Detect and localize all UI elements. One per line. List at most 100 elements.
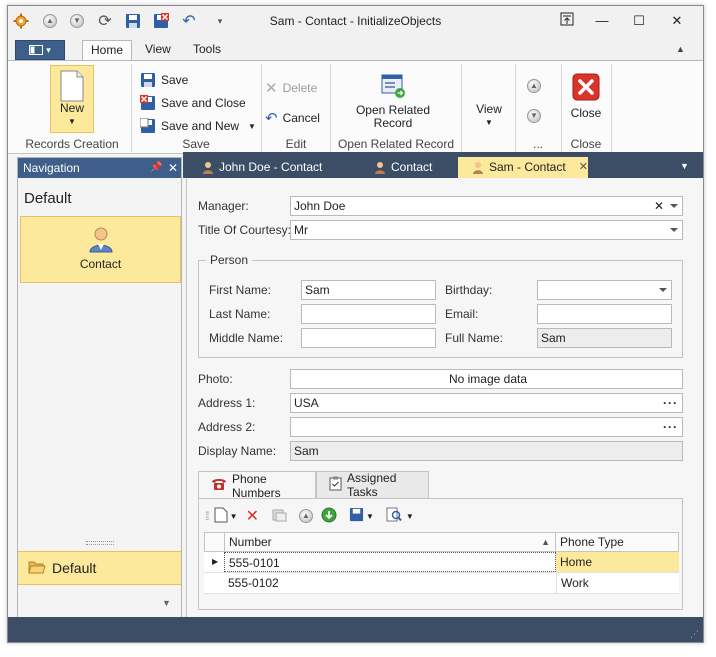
- tab-view[interactable]: View: [137, 40, 179, 60]
- address2-field[interactable]: ···: [290, 417, 683, 437]
- column-header-number-label: Number: [229, 535, 272, 549]
- tab-tools[interactable]: Tools: [185, 40, 229, 60]
- doc-tab-sam-contact[interactable]: Sam - Contact ✕: [458, 157, 588, 178]
- close-window-icon[interactable]: ✕: [668, 12, 686, 30]
- link-icon[interactable]: [271, 507, 287, 526]
- cancel-label: Cancel: [282, 111, 320, 125]
- tab-home[interactable]: Home: [82, 40, 133, 60]
- last-name-field[interactable]: [301, 304, 436, 324]
- email-label: Email:: [445, 307, 479, 321]
- birthday-date-picker[interactable]: [537, 280, 672, 300]
- move-down-icon[interactable]: [321, 507, 337, 526]
- ribbon: New ▼ Records Creation Save Save and Clo…: [8, 60, 703, 154]
- toolbar-overflow-icon[interactable]: ▼: [406, 512, 414, 521]
- view-dropdown-icon: ▼: [485, 118, 493, 127]
- close-icon: [572, 73, 600, 101]
- photo-field[interactable]: No image data: [290, 369, 683, 389]
- pin-window-icon[interactable]: [558, 12, 576, 30]
- column-header-phone-type[interactable]: Phone Type: [555, 532, 679, 552]
- middle-name-field[interactable]: [301, 328, 436, 348]
- previous-object-button[interactable]: ▲: [527, 79, 541, 93]
- cell-phone-type[interactable]: Work: [556, 573, 679, 593]
- sort-ascending-icon: ▲: [541, 537, 550, 547]
- save-and-close-button[interactable]: Save and Close: [140, 93, 246, 113]
- collapse-ribbon-icon[interactable]: ▲: [676, 44, 685, 54]
- save-button[interactable]: Save: [140, 70, 188, 90]
- app-menu-icon: [29, 45, 44, 55]
- new-button[interactable]: New ▼: [50, 65, 94, 133]
- doc-tab-john-doe-contact[interactable]: John Doe - Contact: [188, 157, 338, 178]
- title-of-courtesy-value: Mr: [294, 223, 308, 237]
- tab-assigned-tasks[interactable]: Assigned Tasks: [316, 471, 429, 499]
- new-object-icon[interactable]: [214, 507, 228, 526]
- first-name-field[interactable]: Sam: [301, 280, 436, 300]
- move-up-icon[interactable]: ▲: [299, 509, 313, 523]
- save-dropdown-icon[interactable]: ▼: [366, 512, 374, 521]
- title-bar: ▲ ▼ ⟳ ↶ ▾ Sam - Contact - InitializeObje…: [8, 6, 703, 36]
- chevron-down-icon[interactable]: [670, 228, 678, 232]
- group-caption-edit: Edit: [285, 137, 307, 151]
- doc-tab-label: Contact: [391, 160, 433, 174]
- clear-icon[interactable]: ✕: [654, 197, 664, 215]
- ellipsis-button-icon[interactable]: ···: [663, 394, 678, 412]
- row-indicator-icon: ▶: [212, 557, 219, 566]
- ellipsis-button-icon[interactable]: ···: [663, 418, 678, 436]
- view-button[interactable]: View ▼: [470, 103, 508, 129]
- delete-icon[interactable]: ✕: [246, 506, 259, 526]
- tab-list-dropdown-icon[interactable]: ▼: [680, 161, 689, 171]
- new-document-icon: [60, 70, 84, 102]
- maximize-icon[interactable]: ☐: [630, 12, 648, 30]
- doc-tab-contact[interactable]: Contact: [360, 157, 456, 178]
- cancel-undo-icon: ↶: [265, 110, 278, 127]
- minimize-icon[interactable]: —: [593, 12, 611, 30]
- nav-group-default[interactable]: Default: [18, 551, 181, 585]
- address1-field[interactable]: USA ···: [290, 393, 683, 413]
- cell-number[interactable]: 555-0102: [224, 573, 556, 593]
- save-and-new-button[interactable]: Save and New ▼: [140, 116, 256, 136]
- search-icon[interactable]: [386, 507, 402, 526]
- table-row[interactable]: 555-0102 Work: [204, 573, 679, 594]
- full-name-label: Full Name:: [445, 331, 504, 345]
- open-related-record-button[interactable]: Open Related Record: [343, 71, 443, 130]
- pin-icon[interactable]: 📌: [150, 158, 162, 178]
- close-button[interactable]: Close: [564, 73, 608, 120]
- navigation-overflow-icon[interactable]: ▼: [162, 598, 171, 608]
- tab-phone-numbers[interactable]: Phone Numbers: [198, 471, 316, 500]
- chevron-down-icon[interactable]: [670, 204, 678, 208]
- grid-indicator-header: [204, 532, 225, 552]
- group-caption-save: Save: [182, 137, 210, 151]
- close-tab-icon[interactable]: ✕: [579, 157, 588, 178]
- next-object-button[interactable]: ▼: [527, 109, 541, 123]
- table-row[interactable]: ▶ 555-0101 Home: [204, 552, 679, 573]
- resize-grip-icon[interactable]: ⋰: [690, 629, 699, 640]
- address1-value: USA: [294, 396, 319, 410]
- manager-lookup[interactable]: John Doe ✕: [290, 196, 683, 216]
- new-object-dropdown-icon[interactable]: ▼: [230, 512, 238, 521]
- cell-number[interactable]: 555-0101: [224, 552, 556, 572]
- view-label: View: [476, 102, 502, 116]
- save-icon[interactable]: [349, 507, 364, 525]
- contact-icon: [473, 162, 483, 174]
- nav-item-contact[interactable]: Contact: [20, 216, 181, 283]
- application-menu-button[interactable]: ▾: [15, 40, 65, 60]
- cancel-button[interactable]: ↶ Cancel: [265, 108, 320, 128]
- chevron-down-icon[interactable]: [659, 288, 667, 292]
- email-field[interactable]: [537, 304, 672, 324]
- photo-label: Photo:: [198, 372, 233, 386]
- status-bar: ⋰: [8, 617, 703, 642]
- ribbon-tab-strip: ▾ Home View Tools ▲: [8, 36, 703, 60]
- contact-icon: [203, 162, 213, 174]
- middle-name-label: Middle Name:: [209, 331, 284, 345]
- grid-toolbar: ⁞⁞ ▼ ✕ ▲ ▼ ▼: [205, 505, 467, 527]
- close-navigation-icon[interactable]: ✕: [168, 158, 178, 178]
- group-caption-record-navigation: ...: [532, 137, 543, 151]
- save-and-new-dropdown-icon[interactable]: ▼: [248, 122, 256, 131]
- column-header-number[interactable]: Number ▲: [224, 532, 556, 552]
- person-group-caption: Person: [206, 253, 253, 267]
- cell-phone-type[interactable]: Home: [556, 552, 679, 572]
- delete-button[interactable]: ✕ Delete: [265, 78, 317, 98]
- navigation-panel: Navigation 📌 ✕ Default Contact Default ▼: [17, 157, 182, 618]
- tab-assigned-tasks-label: Assigned Tasks: [347, 471, 397, 499]
- splitter-grip[interactable]: [86, 541, 114, 545]
- title-of-courtesy-select[interactable]: Mr: [290, 220, 683, 240]
